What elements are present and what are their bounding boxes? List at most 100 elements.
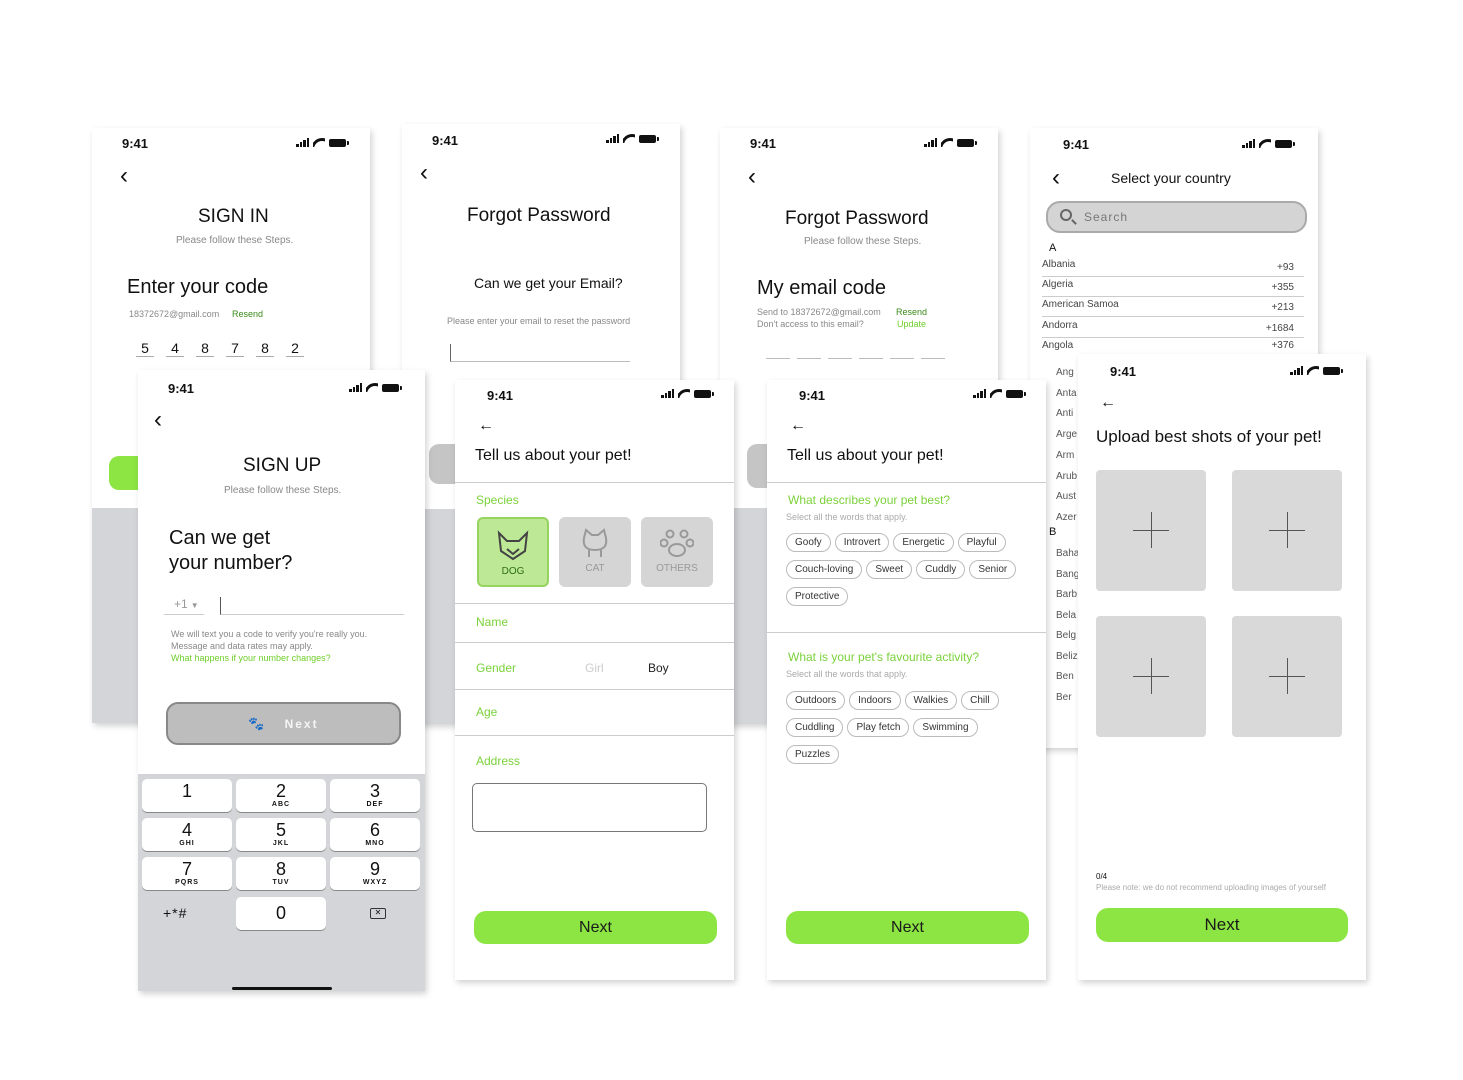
activity-chip[interactable]: Swimming [913,718,978,737]
species-dog[interactable]: DOG [477,517,549,587]
activity-chip[interactable]: Walkies [904,691,958,710]
trait-chip[interactable]: Playful [957,533,1006,552]
trait-chip[interactable]: Goofy [786,533,831,552]
back-icon[interactable]: ‹ [420,161,428,185]
key-3[interactable]: 3 DEF [330,779,420,812]
country-name[interactable]: Baha [1056,544,1079,565]
trait-chip[interactable]: Couch-loving [786,560,863,579]
update-link[interactable]: Update [897,319,926,329]
chevron-down-icon: ▼ [190,601,199,610]
key-5[interactable]: 5 JKL [236,818,326,851]
trait-chip[interactable]: Cuddly [916,560,966,579]
dog-icon [497,530,529,561]
number-change-link[interactable]: What happens if your number changes? [171,652,367,664]
country-name[interactable]: Bela [1056,606,1079,627]
back-icon[interactable]: ‹ [120,164,128,188]
resend-link[interactable]: Resend [896,307,927,317]
country-row[interactable]: Albania +93 [1042,257,1304,277]
country-name[interactable]: Anta [1056,384,1077,405]
key-0[interactable]: 0 [236,897,326,930]
country-name[interactable]: Barb [1056,585,1079,606]
phone-input[interactable] [220,597,404,615]
gender-boy[interactable]: Boy [648,661,669,675]
country-name[interactable]: Bang [1056,565,1079,586]
back-icon[interactable]: ‹ [154,408,162,432]
upload-slot-3[interactable] [1096,616,1206,737]
activity-chip[interactable]: Indoors [849,691,901,710]
country-row[interactable]: Algeria +355 [1042,277,1304,297]
country-row[interactable]: American Samoa +213 [1042,297,1304,317]
country-name[interactable]: Belg [1056,626,1079,647]
activity-chip[interactable]: Outdoors [786,691,846,710]
name-label[interactable]: Name [476,615,508,629]
activity-chip[interactable]: Play fetch [847,718,910,737]
country-name[interactable]: Azer [1056,508,1077,529]
trait-chip[interactable]: Protective [786,587,849,606]
address-input[interactable] [472,783,707,832]
wifi-icon [623,134,635,143]
next-button[interactable]: 🐾 Next [166,702,401,745]
country-row[interactable]: Andorra +1684 [1042,318,1304,338]
back-arrow-icon[interactable]: ← [478,417,494,435]
key-letters: TUV [272,879,290,886]
signal-icon [973,389,986,398]
country-name[interactable]: Ben [1056,667,1079,688]
upload-slot-2[interactable] [1232,470,1342,591]
paw-icon [659,529,695,557]
search-bar[interactable]: Search [1046,201,1307,233]
country-name[interactable]: Ber [1056,688,1079,709]
species-others[interactable]: OTHERS [641,517,713,587]
country-name[interactable]: Beliz [1056,647,1079,668]
page-title: Forgot Password [467,205,611,226]
key-1[interactable]: 1 [142,779,232,812]
resend-link[interactable]: Resend [232,309,263,319]
trait-chip[interactable]: Introvert [834,533,890,552]
signal-icon [924,138,937,147]
trait-chip[interactable]: Sweet [866,560,913,579]
country-name: Albania [1042,259,1076,270]
trait-chip[interactable]: Energetic [893,533,954,552]
country-name[interactable]: Ang [1056,363,1077,384]
email-input[interactable] [450,344,630,362]
search-icon [1060,209,1072,221]
upload-slot-1[interactable] [1096,470,1206,591]
age-label[interactable]: Age [476,705,497,719]
key-2[interactable]: 2 ABC [236,779,326,812]
backspace-icon[interactable]: ✕ [370,908,386,919]
key-4[interactable]: 4 GHI [142,818,232,851]
section-header-b: B [1049,526,1057,538]
status-icons [973,389,1026,398]
key-special[interactable]: +*# [163,905,187,921]
key-number: 9 [369,859,380,879]
code-boxes[interactable] [766,358,945,359]
country-name: Algeria [1042,279,1074,290]
activity-chips: Outdoors Indoors Walkies Chill Cuddling Play … [786,691,1036,772]
back-icon[interactable]: ‹ [1052,166,1060,190]
code-boxes[interactable]: 5 4 8 7 8 2 [136,340,304,357]
trait-chip[interactable]: Senior [969,560,1017,579]
key-7[interactable]: 7 PQRS [142,857,232,890]
back-arrow-icon[interactable]: ← [790,417,806,435]
country-name[interactable]: Aust [1056,487,1077,508]
gender-girl[interactable]: Girl [585,661,604,675]
key-9[interactable]: 9 WXYZ [330,857,420,890]
status-time: 9:41 [432,133,459,148]
back-arrow-icon[interactable]: ← [1100,394,1116,412]
country-name[interactable]: Arge [1056,425,1077,446]
country-code-select[interactable]: +1 ▼ [164,597,204,615]
key-8[interactable]: 8 TUV [236,857,326,890]
country-name[interactable]: Anti [1056,404,1077,425]
next-button[interactable]: Next [786,911,1029,944]
species-cat[interactable]: CAT [559,517,631,587]
country-name[interactable]: Arm [1056,446,1077,467]
activity-chip[interactable]: Cuddling [786,718,844,737]
activity-chip[interactable]: Puzzles [786,745,840,764]
next-button[interactable]: Next [1096,908,1348,942]
activity-chip[interactable]: Chill [961,691,999,710]
divider [767,632,1046,633]
key-6[interactable]: 6 MNO [330,818,420,851]
back-icon[interactable]: ‹ [748,165,756,189]
next-button[interactable]: Next [474,911,717,944]
country-name[interactable]: Arub [1056,467,1077,488]
upload-slot-4[interactable] [1232,616,1342,737]
